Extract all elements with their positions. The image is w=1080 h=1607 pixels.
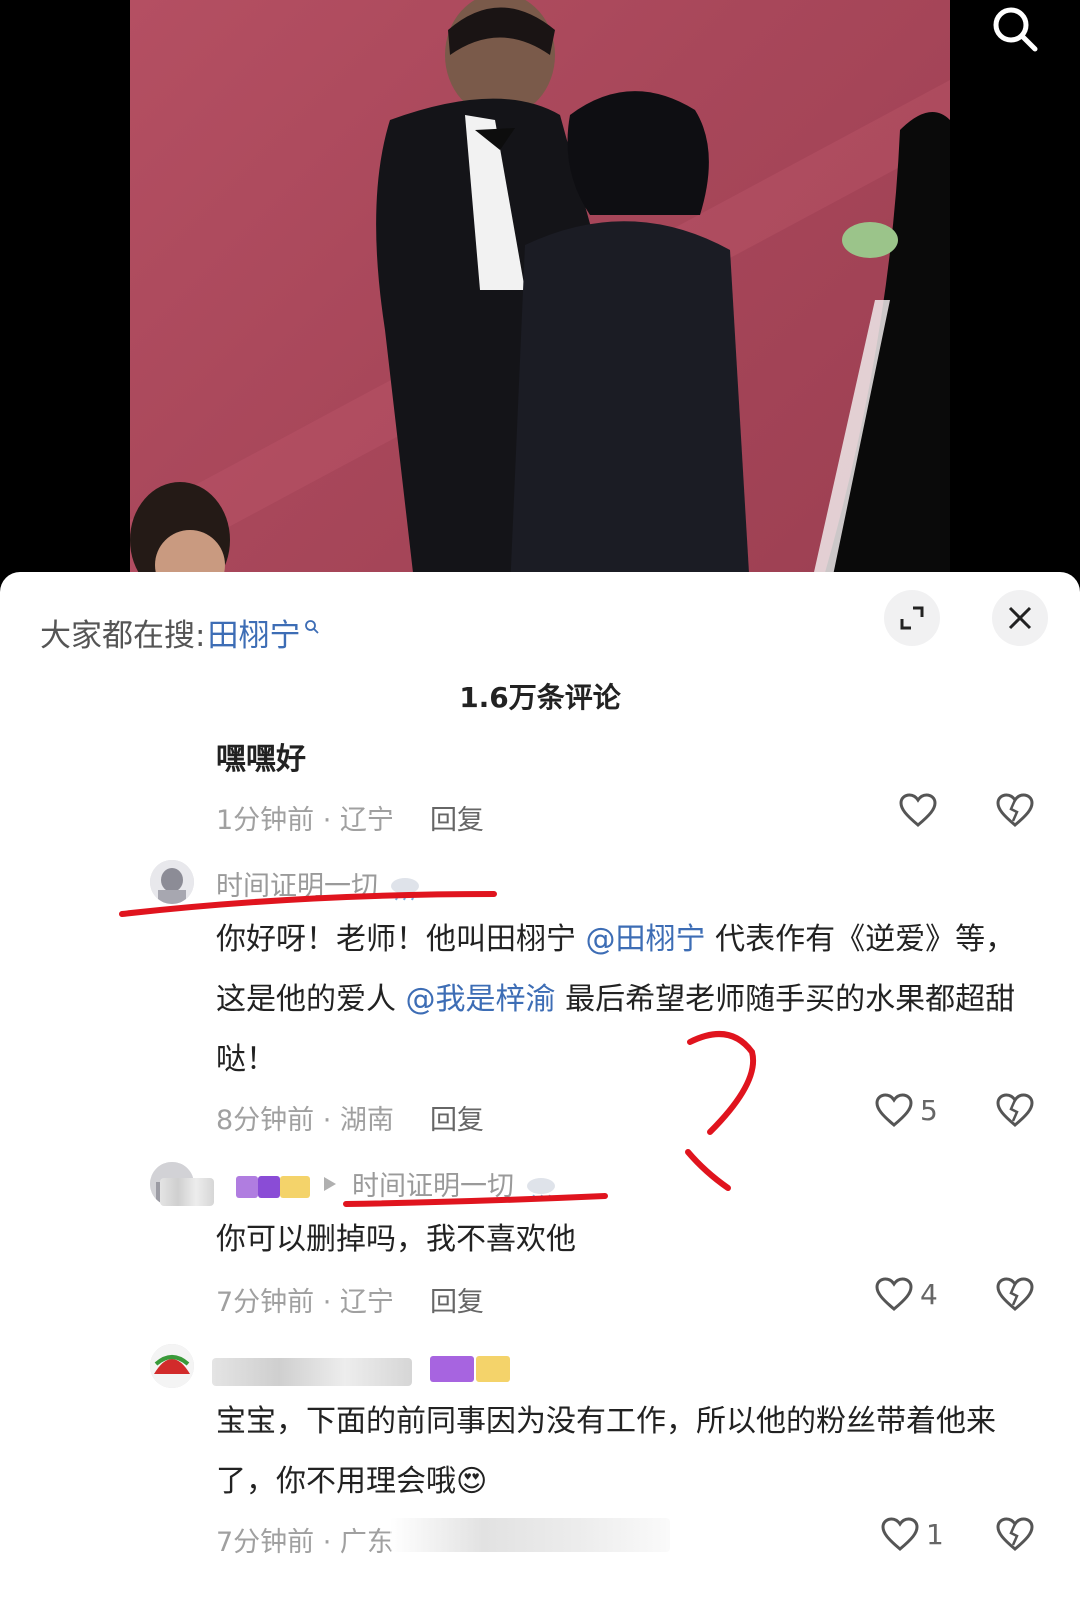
comment-time-location: 8分钟前 · 湖南 [216, 1105, 394, 1136]
heart-icon [875, 1093, 913, 1127]
search-icon [993, 7, 1038, 52]
dislike-button[interactable] [995, 1516, 1035, 1556]
comment-time-location: 7分钟前 · 广东 [216, 1527, 394, 1558]
blurred-username [212, 1358, 412, 1386]
broken-heart-icon [996, 1517, 1034, 1551]
comment-meta: 1分钟前 · 辽宁 回复 [216, 798, 484, 837]
comment-sheet: 大家都在搜: 田栩宁 1.6万条评论 嘿嘿好 1分钟前 · 辽宁 回复 时间证明… [0, 572, 1080, 1607]
comment-username[interactable]: 时间证明一切 [216, 864, 423, 903]
broken-heart-icon [996, 1277, 1034, 1311]
blurred-region [390, 1518, 670, 1552]
mention-link[interactable]: @田栩宁 [586, 922, 706, 957]
trending-keyword[interactable]: 田栩宁 [207, 610, 300, 655]
badge [236, 1176, 258, 1198]
avatar[interactable] [150, 860, 194, 904]
cloud-rain-icon [526, 1177, 555, 1200]
dislike-button[interactable] [995, 792, 1035, 832]
reply-to-username[interactable]: 时间证明一切 [352, 1164, 559, 1203]
dislike-button[interactable] [995, 1276, 1035, 1316]
trending-search-bar[interactable]: 大家都在搜: 田栩宁 [40, 610, 320, 655]
comment-text: 嘿嘿好 [216, 742, 306, 777]
avatar-image [150, 1344, 194, 1388]
close-button[interactable] [992, 590, 1048, 646]
reply-button[interactable]: 回复 [430, 1105, 484, 1136]
trending-prefix: 大家都在搜: [40, 617, 206, 654]
search-icon [305, 620, 320, 634]
red-carpet-scene [130, 0, 950, 590]
comment-meta: 8分钟前 · 湖南 回复 [216, 1098, 484, 1137]
comment-text: 你好呀！老师！他叫田栩宁 @田栩宁 代表作有《逆爱》等，这是他的爱人 @我是梓渝… [216, 922, 1016, 1077]
avatar[interactable] [150, 1344, 194, 1388]
expand-icon [900, 606, 924, 630]
expand-button[interactable] [884, 590, 940, 646]
like-button[interactable]: 1 [880, 1516, 944, 1552]
comment-time-location: 1分钟前 · 辽宁 [216, 805, 394, 836]
heart-icon [899, 793, 937, 827]
like-count: 4 [920, 1277, 938, 1311]
heart-icon [881, 1517, 919, 1551]
reply-button[interactable]: 回复 [430, 805, 484, 836]
comment-count: 1.6万条评论 [459, 681, 621, 714]
avatar-image [150, 860, 194, 904]
close-icon [1008, 606, 1032, 630]
badge [280, 1176, 310, 1198]
dislike-button[interactable] [995, 1092, 1035, 1132]
mention-link[interactable]: @我是梓渝 [406, 982, 556, 1017]
like-button[interactable]: 4 [874, 1276, 938, 1312]
broken-heart-icon [996, 1093, 1034, 1127]
blurred-username [160, 1178, 214, 1206]
heart-eyes-emoji: 😍 [456, 1464, 488, 1499]
badge [430, 1356, 474, 1382]
like-count: 5 [920, 1093, 938, 1127]
search-button[interactable] [980, 0, 1050, 60]
badge [476, 1356, 510, 1382]
comment-meta: 7分钟前 · 广东 [216, 1520, 394, 1559]
badge [258, 1176, 280, 1198]
like-button[interactable] [898, 792, 938, 828]
comment-text: 你可以删掉吗，我不喜欢他 [216, 1222, 576, 1257]
like-button[interactable]: 5 [874, 1092, 938, 1128]
comment-meta: 7分钟前 · 辽宁 回复 [216, 1280, 484, 1319]
comment-time-location: 7分钟前 · 辽宁 [216, 1287, 394, 1318]
comment-text: 宝宝，下面的前同事因为没有工作，所以他的粉丝带着他来了，你不用理会哦😍 [216, 1404, 996, 1499]
broken-heart-icon [996, 793, 1034, 827]
cloud-rain-icon [390, 877, 419, 900]
heart-icon [875, 1277, 913, 1311]
post-photo [130, 0, 950, 590]
like-count: 1 [926, 1517, 944, 1551]
reply-button[interactable]: 回复 [430, 1287, 484, 1318]
triangle-right-icon [324, 1177, 336, 1191]
